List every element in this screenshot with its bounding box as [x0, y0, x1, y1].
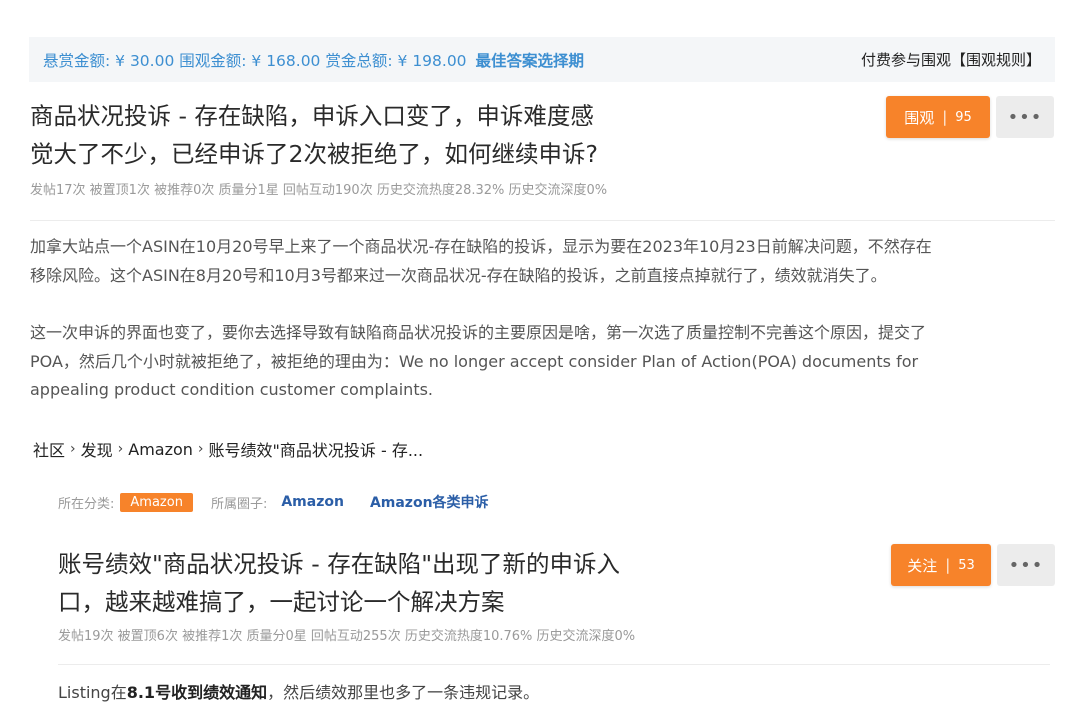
paid-watch-rules-link[interactable]: 付费参与围观【围观规则】 [861, 49, 1041, 70]
circle-link-amazon-appeals[interactable]: Amazon各类申诉 [370, 492, 489, 512]
breadcrumb-amazon[interactable]: Amazon [128, 440, 193, 459]
body-line: 移除风险。这个ASIN在8月20号和10月3号都来过一次商品状况-存在缺陷的投诉… [30, 265, 887, 285]
post-body-paragraph: 加拿大站点一个ASIN在10月20号早上来了一个商品状况-存在缺陷的投诉，显示为… [30, 233, 1060, 290]
body-line: POA，然后几个小时就被拒绝了，被拒绝的理由为：We no longer acc… [30, 351, 919, 371]
category-row: 所在分类: Amazon 所属圈子: Amazon Amazon各类申诉 [58, 492, 489, 512]
more-options-button[interactable]: ••• [996, 96, 1054, 138]
circle-link-amazon[interactable]: Amazon [281, 494, 344, 510]
post-title-line: 商品状况投诉 - 存在缺陷，申诉入口变了，申诉难度感 [30, 102, 594, 130]
chevron-right-icon: › [197, 441, 204, 457]
watch-button-label: 围观 [904, 108, 935, 127]
chevron-right-icon: › [117, 441, 124, 457]
bounty-bar: 悬赏金额: ¥ 30.00 围观金额: ¥ 168.00 赏金总额: ¥ 198… [29, 37, 1055, 82]
separator: | [945, 556, 951, 574]
follow-button-label: 关注 [907, 556, 938, 575]
circle-label: 所属圈子: [210, 496, 268, 512]
post-stats: 发帖17次 被置顶1次 被推荐0次 质量分1星 回帖互动190次 历史交流热度2… [30, 183, 608, 198]
breadcrumb: 社区 › 发现 › Amazon › 账号绩效"商品状况投诉 - 存... [33, 437, 423, 461]
separator: | [942, 108, 948, 126]
divider [30, 220, 1055, 221]
watch-count: 95 [955, 109, 972, 125]
post-title-line: 觉大了不少，已经申诉了2次被拒绝了，如何继续申诉? [30, 140, 598, 168]
post-title[interactable]: 账号绩效"商品状况投诉 - 存在缺陷"出现了新的申诉入 口，越来越难搞了，一起讨… [58, 545, 698, 621]
category-badge[interactable]: Amazon [120, 492, 193, 512]
preview-highlight: 8.1号收到绩效通知 [126, 683, 268, 702]
category-label: 所在分类: [58, 496, 115, 512]
post-title-line: 账号绩效"商品状况投诉 - 存在缺陷"出现了新的申诉入 [58, 550, 621, 578]
follow-button[interactable]: 关注 | 53 [891, 544, 991, 586]
breadcrumb-discover[interactable]: 发现 [81, 437, 113, 461]
post-preview[interactable]: Listing在8.1号收到绩效通知，然后绩效那里也多了一条违规记录。 [58, 679, 539, 703]
chevron-right-icon: › [70, 441, 76, 457]
more-options-button[interactable]: ••• [997, 544, 1055, 586]
body-line: 加拿大站点一个ASIN在10月20号早上来了一个商品状况-存在缺陷的投诉，显示为… [30, 237, 932, 256]
follow-count: 53 [958, 557, 975, 573]
best-answer-period: 最佳答案选择期 [475, 51, 585, 70]
post-body-paragraph: 这一次申诉的界面也变了，要你去选择导致有缺陷商品状况投诉的主要原因是啥，第一次选… [30, 319, 1060, 405]
post-title-line: 口，越来越难搞了，一起讨论一个解决方案 [58, 588, 505, 616]
bounty-total: 赏金总额: ¥ 198.00 [325, 51, 467, 70]
preview-text: ，然后绩效那里也多了一条违规记录。 [267, 683, 540, 702]
breadcrumb-current: 账号绩效"商品状况投诉 - 存... [208, 441, 424, 460]
bounty-info: 悬赏金额: ¥ 30.00 围观金额: ¥ 168.00 赏金总额: ¥ 198… [43, 49, 584, 71]
post-stats: 发帖19次 被置顶6次 被推荐1次 质量分0星 回帖互动255次 历史交流热度1… [58, 629, 636, 644]
body-line: 这一次申诉的界面也变了，要你去选择导致有缺陷商品状况投诉的主要原因是啥，第一次选… [30, 323, 927, 342]
post-title[interactable]: 商品状况投诉 - 存在缺陷，申诉入口变了，申诉难度感 觉大了不少，已经申诉了2次… [30, 97, 690, 173]
breadcrumb-community[interactable]: 社区 [33, 437, 65, 461]
preview-text: Listing在 [58, 683, 127, 702]
bounty-watch: 围观金额: ¥ 168.00 [179, 51, 321, 70]
divider [58, 664, 1050, 665]
watch-button[interactable]: 围观 | 95 [886, 96, 990, 138]
bounty-reward: 悬赏金额: ¥ 30.00 [43, 51, 175, 70]
body-line: appealing product condition customer com… [30, 380, 434, 399]
